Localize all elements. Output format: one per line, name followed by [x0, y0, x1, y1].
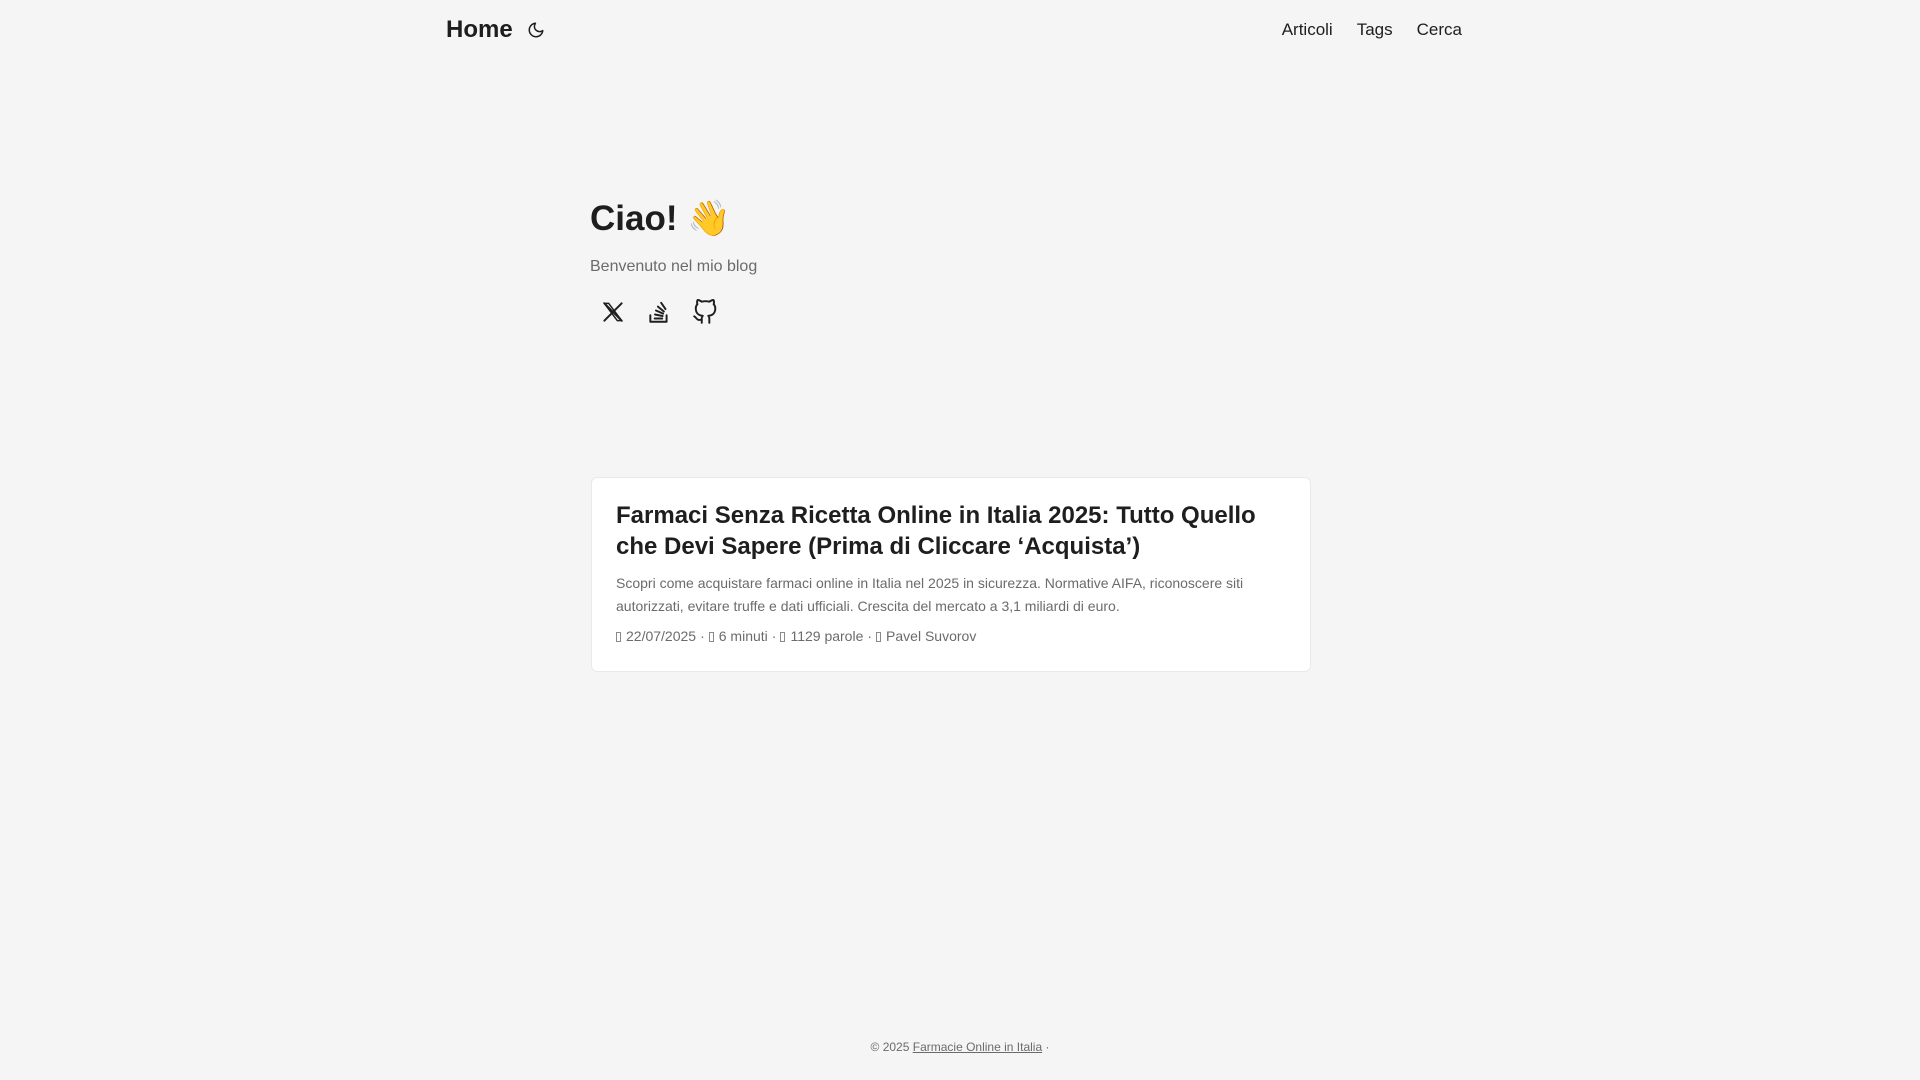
moon-icon — [528, 22, 544, 38]
hero-subtitle: Benvenuto nel mio blog — [590, 258, 758, 275]
post-excerpt: Scopri come acquistare farmaci online in… — [616, 575, 1244, 614]
page: Home Articoli Tags Cerca Ciao! 👋 Benvenu… — [0, 0, 1920, 1080]
footer-separator: · — [1045, 1040, 1050, 1054]
nav-cerca[interactable]: Cerca — [1417, 20, 1462, 40]
post-date: 22/07/2025 — [616, 625, 696, 647]
site-footer: © 2025 Farmacie Online in Italia · — [0, 1040, 1920, 1054]
meta-separator: · — [867, 628, 873, 644]
clock-icon — [708, 632, 714, 642]
calendar-icon — [616, 632, 621, 642]
words-icon — [780, 632, 786, 642]
post-date-value: 22/07/2025 — [626, 628, 697, 644]
github-link[interactable] — [690, 297, 720, 327]
post-reading-time: 6 minuti — [708, 625, 768, 647]
stackoverflow-link[interactable] — [644, 297, 674, 327]
author-icon — [876, 632, 882, 642]
hero-section: Ciao! 👋 Benvenuto nel mio blog — [590, 193, 1310, 327]
x-twitter-icon — [602, 302, 624, 322]
footer-site-link[interactable]: Farmacie Online in Italia — [913, 1040, 1042, 1054]
post-reading-time-value: 6 minuti — [718, 628, 768, 644]
post-card[interactable]: Farmaci Senza Ricetta Online in Italia 2… — [591, 477, 1311, 672]
brand: Home — [446, 16, 549, 44]
footer-copyright: © 2025 — [870, 1040, 910, 1054]
social-links — [590, 297, 1310, 327]
post-words-value: 1129 parole — [790, 628, 864, 644]
site-header: Home Articoli Tags Cerca — [446, 0, 1462, 60]
nav-tags[interactable]: Tags — [1357, 20, 1393, 40]
nav-articoli[interactable]: Articoli — [1282, 20, 1333, 40]
post-words: 1129 parole — [780, 625, 863, 647]
post-author-value: Pavel Suvorov — [886, 628, 977, 644]
post-title[interactable]: Farmaci Senza Ricetta Online in Italia 2… — [616, 500, 1286, 562]
post-author: Pavel Suvorov — [876, 625, 976, 647]
home-logo-link[interactable]: Home — [446, 16, 513, 44]
meta-separator: · — [771, 628, 777, 644]
stackoverflow-icon — [649, 301, 668, 323]
main-nav: Articoli Tags Cerca — [1282, 20, 1462, 40]
x-twitter-link[interactable] — [598, 297, 628, 327]
github-icon — [693, 299, 717, 324]
post-meta: 22/07/2025 · 6 minuti · 1129 parole · Pa… — [616, 625, 1286, 647]
hero-title: Ciao! 👋 — [590, 199, 731, 238]
theme-toggle-button[interactable] — [523, 17, 549, 43]
meta-separator: · — [700, 628, 705, 644]
